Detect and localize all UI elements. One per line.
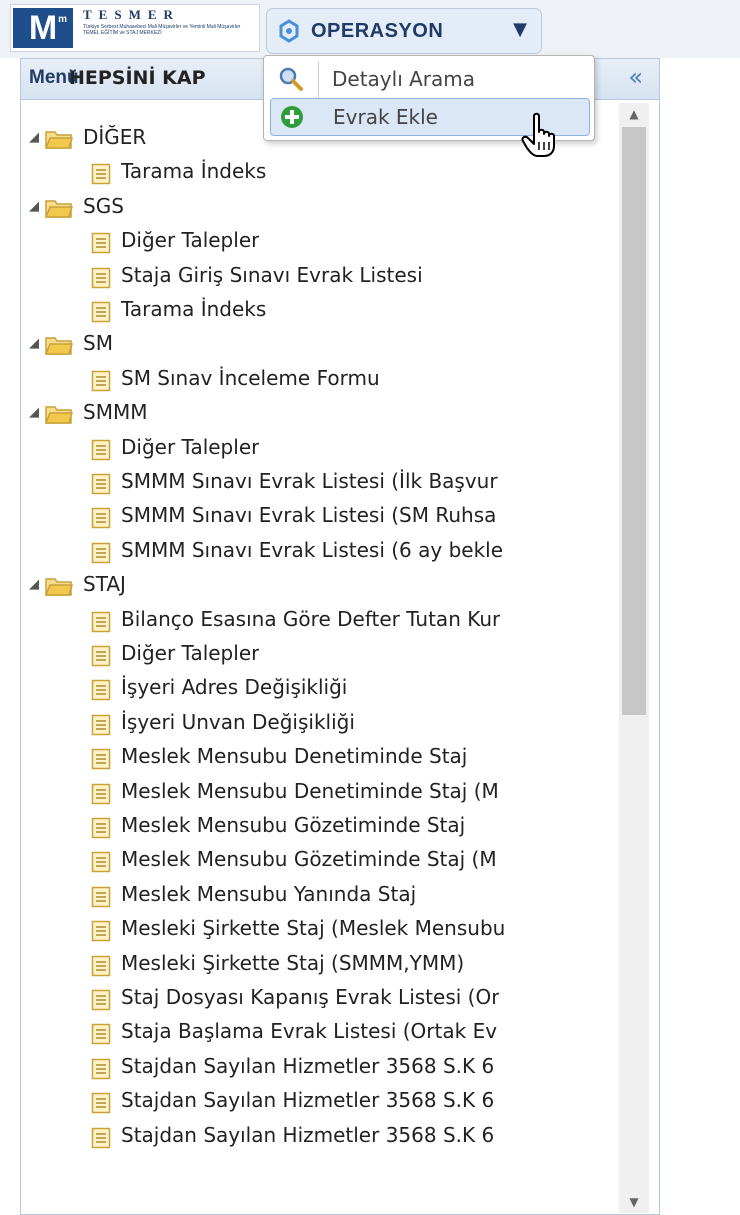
tree-node-label: Meslek Mensubu Yanında Staj — [121, 881, 417, 906]
document-icon — [91, 1092, 111, 1114]
logo-mark: Mm — [13, 8, 73, 48]
document-icon — [91, 748, 111, 770]
tree-node-label: Diğer Talepler — [121, 434, 260, 459]
menu-item-label: Detaylı Arama — [332, 67, 476, 91]
tree-node-label: Stajdan Sayılan Hizmetler 3568 S.K 6 — [121, 1053, 495, 1078]
menu-item-detailed-search[interactable]: Detaylı Arama — [270, 61, 588, 97]
brand-name: TESMER — [83, 7, 180, 22]
menu-item-label: Evrak Ekle — [333, 105, 438, 129]
folder-open-icon — [45, 200, 73, 218]
tree-node-label: SGS — [83, 193, 124, 218]
document-icon — [91, 1127, 111, 1148]
chevron-down-icon: ▼ — [513, 19, 527, 40]
tree-node-label: Meslek Mensubu Denetiminde Staj — [121, 744, 468, 769]
tree-node-label: STAJ — [83, 572, 126, 597]
document-icon — [91, 1024, 111, 1045]
tree-node-label: Mesleki Şirkette Staj (SMMM,YMM) — [121, 950, 465, 975]
document-icon — [91, 1058, 111, 1080]
document-icon — [91, 920, 111, 942]
operation-label: OPERASYON — [311, 20, 444, 42]
expand-toggle-icon[interactable]: ◢ — [29, 130, 39, 145]
tree-node-label: Meslek Mensubu Gözetiminde Staj (M — [121, 847, 497, 872]
document-icon — [91, 473, 111, 495]
expand-toggle-icon[interactable]: ◢ — [29, 336, 39, 351]
document-icon — [91, 164, 111, 185]
tree-node-label: SMMM — [83, 400, 148, 425]
tree-node-label: İşyeri Unvan Değişikliği — [121, 709, 355, 734]
tree-node-label: SMMM Sınavı Evrak Listesi (İlk Başvur — [121, 469, 498, 493]
tree-node-label: Mesleki Şirkette Staj (Meslek Mensubu — [121, 916, 506, 941]
document-icon — [91, 645, 111, 667]
tree-node-label: Bilanço Esasına Göre Defter Tutan Kur — [121, 606, 501, 631]
scroll-up-arrow-icon[interactable]: ▲ — [619, 103, 649, 125]
document-icon — [91, 542, 111, 564]
sidebar-menu: Menü « HEPSİNİ KAP ◢ DİĞER Tarama İndeks ◢ S… — [20, 58, 660, 1215]
document-icon — [91, 886, 111, 908]
document-icon — [91, 817, 111, 839]
document-icon — [91, 301, 111, 323]
tree-node-label: Staj Dosyası Kapanış Evrak Listesi (Or — [121, 985, 500, 1009]
tree-node-label: SM Sınav İnceleme Formu — [121, 365, 380, 390]
scroll-thumb[interactable] — [622, 127, 646, 715]
search-icon — [279, 67, 303, 91]
tree-node-label: Staja Giriş Sınavı Evrak Listesi — [121, 262, 423, 287]
tree-node-label: Meslek Mensubu Gözetiminde Staj — [121, 813, 466, 837]
tree-node-label: Staja Başlama Evrak Listesi (Ortak Ev — [121, 1019, 498, 1044]
folder-open-icon — [45, 337, 73, 356]
tree-node-label: SM — [83, 331, 113, 356]
add-icon — [281, 106, 303, 128]
document-icon — [91, 955, 111, 976]
collapse-all-link[interactable]: HEPSİNİ KAP — [69, 67, 206, 89]
top-bar: Mm TESMER Türkiye Serbest Muhasebeci Mal… — [0, 0, 740, 58]
folder-open-icon — [45, 406, 73, 424]
tree-node-label: Stajdan Sayılan Hizmetler 3568 S.K 6 — [121, 1088, 495, 1113]
document-icon — [91, 714, 111, 736]
tree-node-label: Diğer Talepler — [121, 228, 260, 253]
folder-open-icon — [45, 578, 73, 596]
operation-icon — [279, 19, 299, 43]
tree-node-label: Stajdan Sayılan Hizmetler 3568 S.K 6 — [121, 1122, 495, 1147]
document-icon — [91, 232, 111, 254]
document-icon — [91, 852, 111, 873]
brand-subtitle: Türkiye Serbest Muhasebeci Mali Müşavirl… — [83, 24, 241, 36]
tree-node-label: DİĞER — [83, 125, 147, 149]
tree-node-label: Tarama İndeks — [121, 159, 267, 184]
tree-node-label: Diğer Talepler — [121, 641, 260, 665]
tree-node-label: Tarama İndeks — [121, 297, 267, 321]
document-icon — [91, 370, 111, 392]
document-icon — [91, 989, 111, 1011]
tree-node-label: Meslek Mensubu Denetiminde Staj (M — [121, 778, 499, 803]
document-icon — [91, 267, 111, 288]
expand-toggle-icon[interactable]: ◢ — [29, 405, 39, 420]
logo-letter: M — [28, 9, 58, 47]
app-logo[interactable]: Mm TESMER Türkiye Serbest Muhasebeci Mal… — [10, 4, 260, 52]
scroll-down-arrow-icon[interactable]: ▼ — [619, 1191, 649, 1213]
document-icon — [91, 508, 111, 529]
expand-toggle-icon[interactable]: ◢ — [29, 577, 39, 592]
tree-node-label: SMMM Sınavı Evrak Listesi (6 ay bekle — [121, 537, 504, 562]
document-icon — [91, 680, 111, 701]
document-icon — [91, 783, 111, 804]
vertical-scrollbar[interactable]: ▲ ▼ — [619, 103, 649, 1213]
expand-toggle-icon[interactable]: ◢ — [29, 199, 39, 214]
folder-open-icon — [45, 131, 73, 149]
collapse-sidebar-icon[interactable]: « — [628, 63, 643, 91]
tree-node-label: İşyeri Adres Değişikliği — [121, 675, 348, 700]
document-icon — [91, 439, 111, 460]
hand-pointer-cursor-icon — [521, 112, 555, 157]
tree-node-label: SMMM Sınavı Evrak Listesi (SM Ruhsa — [121, 503, 497, 528]
operation-menu-button[interactable]: OPERASYON ▼ — [266, 8, 542, 54]
document-icon — [91, 611, 111, 632]
